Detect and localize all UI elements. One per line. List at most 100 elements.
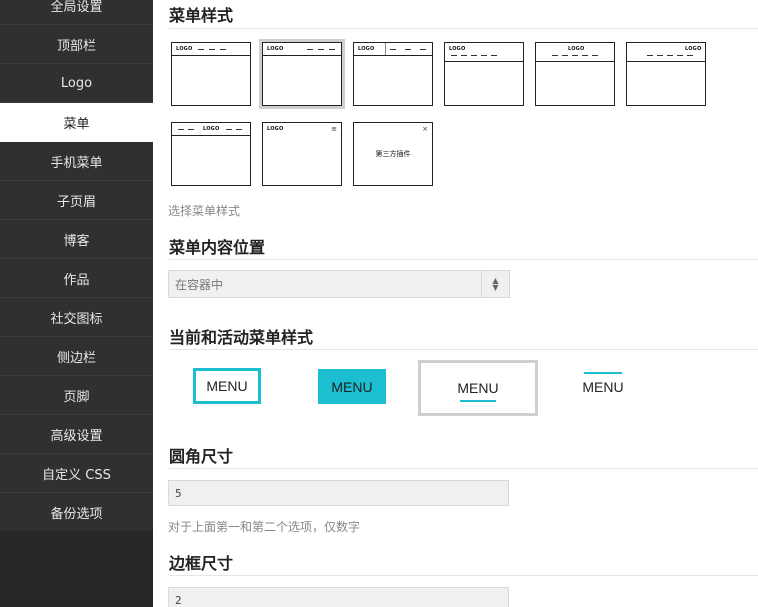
menu-style-title: 菜单样式: [169, 6, 234, 25]
menu-dash: [329, 49, 335, 50]
border-radius-value: 5: [175, 486, 182, 500]
menu-dash: [592, 55, 598, 56]
logo-text: LOGO: [685, 46, 702, 52]
menu-dash: [491, 55, 497, 56]
sidebar-footer: [0, 531, 153, 607]
active-style-filled[interactable]: MENU: [318, 369, 386, 404]
header-line: [445, 61, 523, 62]
separator: [385, 43, 386, 55]
sidebar-item-mobile-menu[interactable]: 手机菜单: [0, 142, 153, 181]
sidebar: 全局设置 顶部栏 Logo 菜单 手机菜单 子页眉 博客 作品 社交图标 侧边栏…: [0, 0, 153, 607]
menu-style-option-3[interactable]: LOGO: [353, 42, 433, 106]
menu-dash: [451, 55, 457, 56]
header-line: [172, 55, 250, 56]
sidebar-item-backup[interactable]: 备份选项: [0, 493, 153, 532]
menu-style-option-2[interactable]: LOGO: [259, 39, 345, 109]
menu-dash: [471, 55, 477, 56]
logo-text: LOGO: [449, 46, 466, 52]
border-size-title: 边框尺寸: [169, 554, 234, 573]
menu-dash: [687, 55, 693, 56]
header-line: [536, 61, 614, 62]
menu-style-option-7[interactable]: LOGO: [171, 122, 251, 186]
menu-label: MENU: [457, 380, 499, 396]
menu-position-select[interactable]: 在容器中 ▲ ▼: [168, 270, 510, 298]
divider: [169, 468, 758, 469]
menu-dash: [405, 49, 411, 50]
sidebar-item-subheader[interactable]: 子页眉: [0, 181, 153, 220]
sidebar-item-global-settings[interactable]: 全局设置: [0, 0, 153, 25]
third-party-plugin-label: 第三方插件: [375, 150, 411, 158]
menu-style-option-5[interactable]: LOGO: [535, 42, 615, 106]
underline: [460, 400, 496, 402]
menu-dash: [647, 55, 653, 56]
hamburger-icon: ≡: [331, 125, 337, 133]
sidebar-item-sidebar[interactable]: 侧边栏: [0, 337, 153, 376]
divider: [169, 349, 758, 350]
sidebar-item-social-icons[interactable]: 社交图标: [0, 298, 153, 337]
menu-dash: [226, 129, 232, 130]
divider: [169, 575, 758, 576]
menu-dash: [307, 49, 313, 50]
sidebar-item-footer[interactable]: 页脚: [0, 376, 153, 415]
border-radius-title: 圆角尺寸: [169, 447, 234, 466]
logo-text: LOGO: [267, 46, 284, 52]
menu-dash: [562, 55, 568, 56]
active-style-overline[interactable]: MENU: [576, 370, 630, 404]
menu-dash: [552, 55, 558, 56]
menu-position-value: 在容器中: [175, 277, 224, 292]
logo-text: LOGO: [358, 46, 375, 52]
menu-style-option-6[interactable]: LOGO: [626, 42, 706, 106]
header-line: [172, 135, 250, 136]
options-panel: 菜单样式 LOGO LOGO LOGO LOGO LOGO LOGO LOGO …: [153, 0, 758, 607]
menu-dash: [220, 49, 226, 50]
menu-dash: [390, 49, 396, 50]
close-icon: ×: [422, 125, 428, 133]
sidebar-item-advanced[interactable]: 高级设置: [0, 415, 153, 454]
menu-dash: [677, 55, 683, 56]
divider: [169, 28, 758, 29]
menu-label: MENU: [582, 379, 624, 395]
header-line: [354, 55, 432, 56]
menu-style-option-8[interactable]: LOGO ≡: [262, 122, 342, 186]
border-size-value: 2: [175, 593, 182, 607]
header-line: [627, 61, 705, 62]
sidebar-item-logo[interactable]: Logo: [0, 64, 153, 103]
sidebar-item-blog[interactable]: 博客: [0, 220, 153, 259]
sidebar-item-topbar[interactable]: 顶部栏: [0, 25, 153, 64]
menu-dash: [420, 49, 426, 50]
logo-text: LOGO: [568, 46, 585, 52]
menu-dash: [657, 55, 663, 56]
menu-label: MENU: [331, 378, 373, 395]
menu-dash: [236, 129, 242, 130]
menu-dash: [582, 55, 588, 56]
border-radius-input[interactable]: 5: [168, 480, 509, 506]
logo-text: LOGO: [176, 46, 193, 52]
header-line: [263, 55, 341, 56]
border-size-input[interactable]: 2: [168, 587, 509, 607]
active-style-underline: MENU: [421, 363, 535, 413]
logo-text: LOGO: [203, 126, 220, 132]
menu-position-title: 菜单内容位置: [169, 238, 266, 257]
border-radius-help: 对于上面第一和第二个选项，仅数字: [168, 520, 361, 534]
menu-label: MENU: [206, 378, 248, 394]
active-style-underline-selected[interactable]: MENU: [418, 360, 538, 416]
sidebar-item-portfolio[interactable]: 作品: [0, 259, 153, 298]
select-arrows-icon: ▲ ▼: [481, 271, 509, 297]
active-style-bordered[interactable]: MENU: [193, 368, 261, 404]
menu-dash: [667, 55, 673, 56]
menu-dash: [318, 49, 324, 50]
sidebar-item-menu[interactable]: 菜单: [0, 103, 153, 142]
menu-dash: [209, 49, 215, 50]
menu-style-help: 选择菜单样式: [168, 204, 241, 218]
menu-dash: [178, 129, 184, 130]
sidebar-item-custom-css[interactable]: 自定义 CSS: [0, 454, 153, 493]
menu-dash: [188, 129, 194, 130]
menu-style-option-9[interactable]: × 第三方插件: [353, 122, 433, 186]
logo-text: LOGO: [267, 126, 284, 132]
menu-style-option-1[interactable]: LOGO: [171, 42, 251, 106]
menu-style-option-4[interactable]: LOGO: [444, 42, 524, 106]
menu-dash: [481, 55, 487, 56]
overline: [584, 372, 622, 374]
menu-dash: [198, 49, 204, 50]
menu-dash: [461, 55, 467, 56]
